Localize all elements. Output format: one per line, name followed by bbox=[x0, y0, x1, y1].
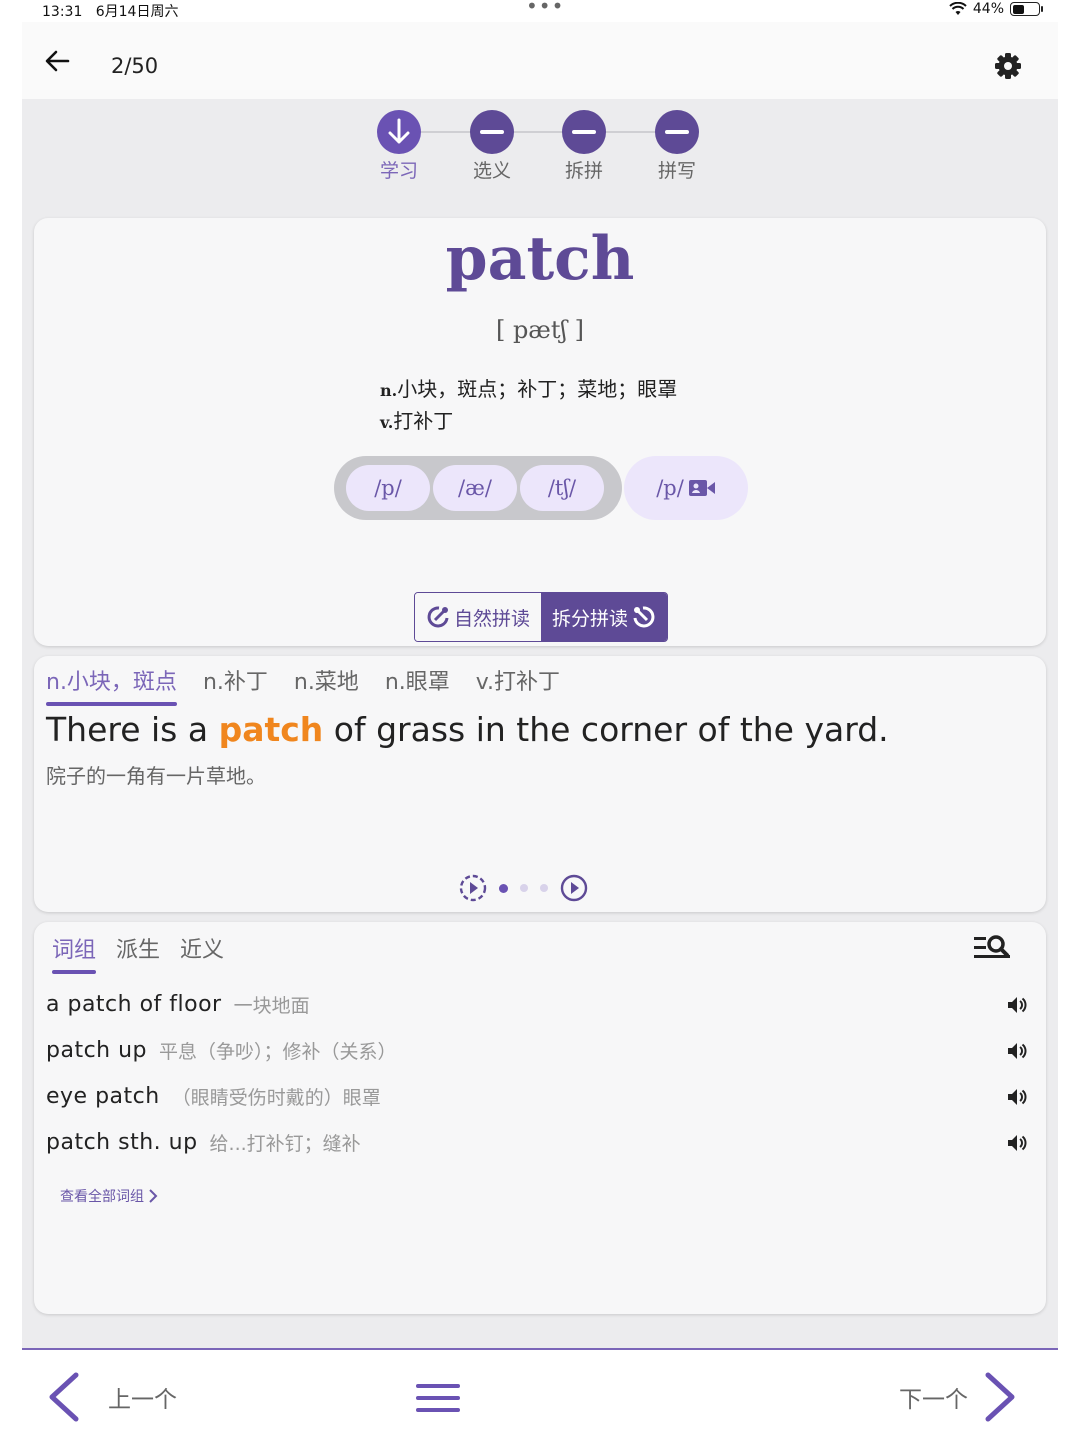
step-choose-meaning[interactable]: 选义 bbox=[462, 110, 522, 183]
step-study[interactable]: 学习 bbox=[369, 110, 429, 183]
example-sentence[interactable]: There is a patch of grass in the corner … bbox=[46, 710, 889, 749]
status-bar: 13:31 6月14日周六 ••• 44% bbox=[0, 0, 1080, 22]
split-phonics-option[interactable]: 拆分拼读 bbox=[541, 593, 667, 641]
page-dot[interactable] bbox=[499, 883, 508, 893]
speaker-icon[interactable] bbox=[1006, 1040, 1028, 1062]
phoneme-chip[interactable]: /tʃ/ bbox=[520, 465, 604, 511]
list-search-icon[interactable] bbox=[972, 932, 1016, 966]
headword[interactable]: patch bbox=[34, 224, 1046, 294]
step-label: 选义 bbox=[472, 160, 511, 182]
example-translation: 院子的一角有一片草地。 bbox=[46, 764, 266, 788]
phrase-row[interactable]: eye patch （眼睛受伤时戴的）眼罩 bbox=[46, 1076, 1036, 1116]
step-done-icon bbox=[377, 110, 421, 154]
steps-connector bbox=[401, 131, 679, 133]
step-label: 拆拼 bbox=[564, 160, 603, 182]
battery-percent: 44% bbox=[972, 1, 1004, 17]
video-camera-icon bbox=[688, 480, 715, 496]
menu-icon[interactable] bbox=[416, 1382, 460, 1414]
status-time: 13:31 6月14日周六 bbox=[42, 4, 179, 20]
tab-derivatives[interactable]: 派生 bbox=[116, 932, 160, 974]
play-icon[interactable] bbox=[560, 874, 588, 902]
phoneme-chip[interactable]: /p/ bbox=[346, 465, 430, 511]
speaker-icon[interactable] bbox=[1006, 1132, 1028, 1154]
definitions: n.小块，斑点；补丁；菜地；眼罩 v.打补丁 bbox=[380, 374, 677, 438]
sense-tab[interactable]: n.小块，斑点 bbox=[46, 664, 177, 706]
phonics-sound-icon bbox=[427, 606, 449, 628]
tab-phrases[interactable]: 词组 bbox=[52, 932, 97, 974]
word-card: patch [ pætʃ ] n.小块，斑点；补丁；菜地；眼罩 v.打补丁 /p… bbox=[34, 218, 1046, 646]
phrase-row[interactable]: a patch of floor 一块地面 bbox=[46, 984, 1036, 1024]
phrases-card: 词组 派生 近义 a patch of floor 一块地面 patch up … bbox=[34, 922, 1046, 1314]
speaker-icon[interactable] bbox=[1006, 994, 1028, 1016]
step-pending-icon bbox=[655, 110, 699, 154]
chevron-right-icon bbox=[149, 1189, 158, 1203]
natural-phonics-option[interactable]: 自然拼读 bbox=[415, 593, 541, 641]
gear-icon[interactable] bbox=[994, 52, 1022, 80]
phrase-row[interactable]: patch sth. up 给...打补钉；缝补 bbox=[46, 1122, 1036, 1162]
phoneme-video-label: /p/ bbox=[656, 476, 684, 500]
progress-counter: 2/50 bbox=[111, 54, 159, 78]
definition-line: v.打补丁 bbox=[380, 409, 454, 433]
step-label: 拼写 bbox=[657, 160, 696, 182]
definition-line: n.小块，斑点；补丁；菜地；眼罩 bbox=[380, 377, 678, 401]
sense-tab[interactable]: n.菜地 bbox=[294, 664, 359, 706]
sense-tabs: n.小块，斑点 n.补丁 n.菜地 n.眼罩 v.打补丁 bbox=[46, 664, 560, 706]
learning-steps: 学习 选义 拆拼 拼写 bbox=[377, 110, 707, 190]
phoneme-group: /p/ /æ/ /tʃ/ bbox=[334, 456, 622, 520]
page-dot[interactable] bbox=[540, 884, 548, 892]
phrase-row[interactable]: patch up 平息（争吵）；修补（关系） bbox=[46, 1030, 1036, 1070]
next-word-button[interactable]: 下一个 bbox=[899, 1372, 1018, 1422]
sense-tab[interactable]: n.眼罩 bbox=[385, 664, 450, 706]
wifi-icon bbox=[949, 2, 967, 15]
back-arrow-icon[interactable] bbox=[44, 48, 70, 74]
play-slow-icon[interactable] bbox=[459, 874, 487, 902]
phonetic[interactable]: [ pætʃ ] bbox=[34, 316, 1046, 344]
see-all-phrases-link[interactable]: 查看全部词组 bbox=[60, 1186, 158, 1206]
step-split-spell[interactable]: 拆拼 bbox=[554, 110, 614, 183]
prev-word-button[interactable]: 上一个 bbox=[46, 1372, 177, 1422]
page-dot[interactable] bbox=[520, 884, 528, 892]
phrase-tabs: 词组 派生 近义 bbox=[52, 932, 224, 974]
bottom-nav: 上一个 下一个 bbox=[22, 1348, 1058, 1440]
step-pending-icon bbox=[562, 110, 606, 154]
chevron-right-icon bbox=[985, 1372, 1015, 1422]
example-card: n.小块，斑点 n.补丁 n.菜地 n.眼罩 v.打补丁 There is a … bbox=[34, 656, 1046, 912]
step-spelling[interactable]: 拼写 bbox=[647, 110, 707, 183]
example-pager bbox=[459, 874, 588, 902]
step-pending-icon bbox=[470, 110, 514, 154]
step-label: 学习 bbox=[379, 160, 418, 182]
chevron-left-icon bbox=[49, 1372, 79, 1422]
multitask-dots-icon[interactable]: ••• bbox=[526, 0, 564, 18]
sense-tab[interactable]: v.打补丁 bbox=[476, 664, 560, 706]
app-frame: 2/50 学习 选义 拆拼 拼写 patch [pætʃ] n.小块，斑点；… bbox=[22, 22, 1058, 1440]
speaker-icon[interactable] bbox=[1006, 1086, 1028, 1108]
phoneme-chip[interactable]: /æ/ bbox=[433, 465, 517, 511]
phonics-split-icon bbox=[633, 606, 655, 628]
tab-synonyms[interactable]: 近义 bbox=[180, 932, 224, 974]
phoneme-video-button[interactable]: /p/ bbox=[624, 456, 748, 520]
battery-icon bbox=[1010, 2, 1043, 16]
phonics-mode-toggle: 自然拼读 拆分拼读 bbox=[414, 592, 668, 642]
highlighted-word: patch bbox=[218, 710, 324, 749]
top-bar: 2/50 bbox=[22, 22, 1058, 99]
sense-tab[interactable]: n.补丁 bbox=[203, 664, 268, 706]
